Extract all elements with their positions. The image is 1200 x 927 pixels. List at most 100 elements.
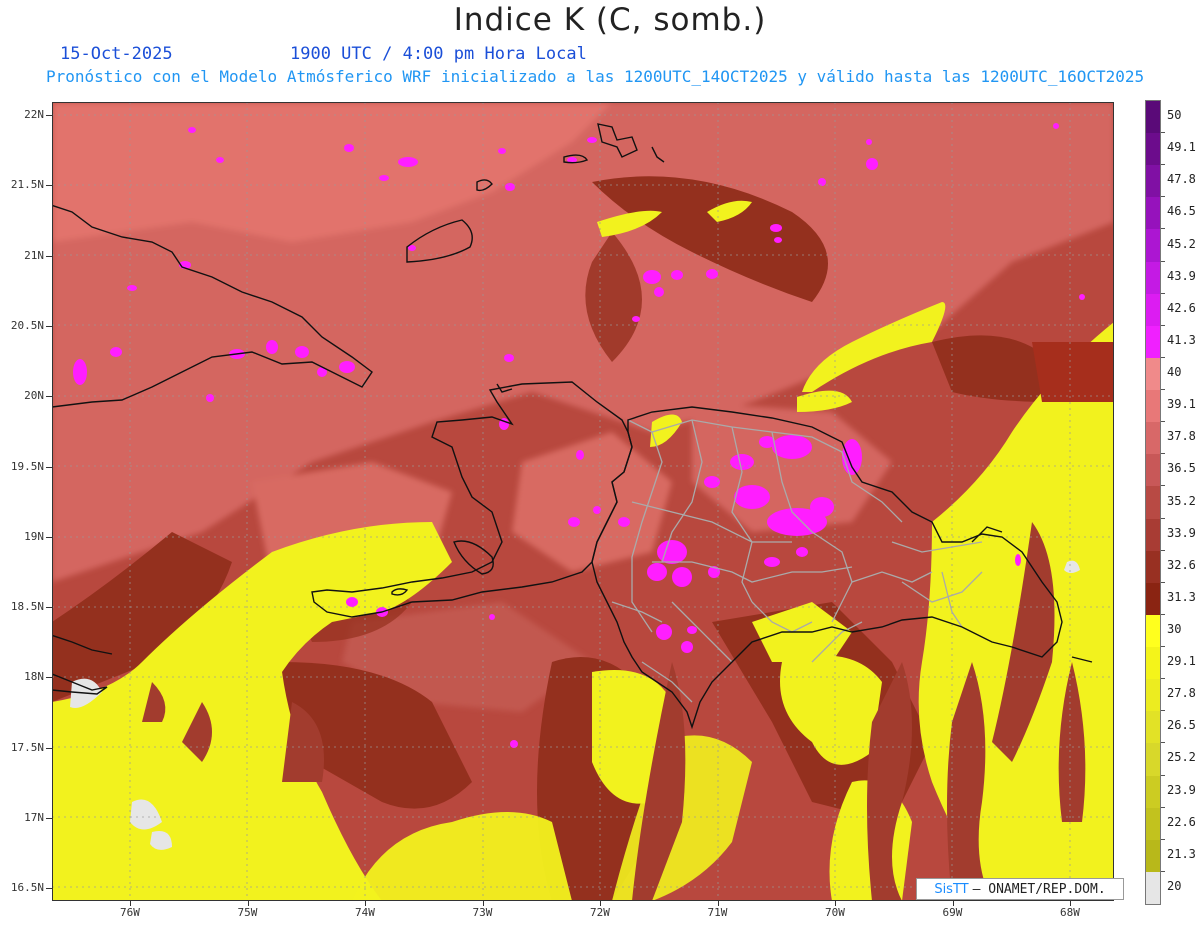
colorbar-segment <box>1146 614 1160 648</box>
lon-label: 70W <box>825 906 845 919</box>
lat-label: 18.5N <box>10 600 44 614</box>
lat-tick <box>46 536 52 538</box>
colorbar-tick <box>1161 485 1165 487</box>
colorbar-label: 30 <box>1167 621 1182 636</box>
colorbar-segment <box>1146 711 1160 744</box>
colorbar-label: 47.8 <box>1167 172 1196 187</box>
lat-tick <box>46 888 52 890</box>
lon-tick <box>365 901 366 906</box>
colorbar-label: 36.5 <box>1167 461 1196 476</box>
colorbar-segment <box>1146 133 1160 166</box>
lat-label: 17N <box>24 811 44 824</box>
colorbar-tick <box>1161 774 1165 776</box>
credit-text: – ONAMET/REP.DOM. <box>972 881 1106 897</box>
lat-label: 19.5N <box>10 459 44 473</box>
colorbar-tick <box>1161 228 1165 230</box>
colorbar-label: 37.8 <box>1167 429 1196 444</box>
colorbar <box>1145 100 1161 905</box>
colorbar-segment <box>1146 197 1160 230</box>
colorbar-segment <box>1146 229 1160 263</box>
colorbar-tick <box>1161 132 1165 134</box>
lon-label: 72W <box>590 906 610 919</box>
colorbar-tick <box>1161 549 1165 551</box>
lat-tick <box>46 677 52 679</box>
lon-label: 76W <box>120 906 140 919</box>
colorbar-label: 42.6 <box>1167 300 1196 315</box>
k-index-map <box>52 102 1114 901</box>
lat-label: 21N <box>24 248 44 262</box>
lat-tick <box>46 255 52 257</box>
lon-tick <box>717 901 719 906</box>
colorbar-segment <box>1146 454 1160 487</box>
colorbar-label: 20 <box>1167 878 1182 893</box>
colorbar-tick <box>1161 292 1165 294</box>
lat-tick <box>46 115 52 116</box>
lon-tick <box>130 901 131 906</box>
colorbar-label: 21.3 <box>1167 846 1196 861</box>
colorbar-segment <box>1146 357 1160 391</box>
colorbar-tick <box>1161 517 1165 519</box>
colorbar-segment <box>1146 325 1160 359</box>
colorbar-label: 43.9 <box>1167 268 1196 283</box>
colorbar-segment <box>1146 775 1160 809</box>
colorbar-label: 41.3 <box>1167 332 1196 347</box>
colorbar-tick <box>1161 453 1165 455</box>
colorbar-tick <box>1161 260 1165 262</box>
model-description: Pronóstico con el Modelo Atmósferico WRF… <box>46 67 1145 86</box>
colorbar-label: 32.6 <box>1167 557 1196 572</box>
lat-label: 21.5N <box>10 178 44 192</box>
colorbar-tick <box>1161 678 1165 680</box>
colorbar-label: 40 <box>1167 365 1182 380</box>
colorbar-tick <box>1161 324 1165 326</box>
colorbar-tick <box>1161 389 1165 391</box>
colorbar-label: 25.2 <box>1167 750 1196 765</box>
colorbar-label: 45.2 <box>1167 236 1196 251</box>
brand-logo: SisTT <box>934 881 969 897</box>
colorbar-segment <box>1146 293 1160 327</box>
colorbar-label: 22.6 <box>1167 814 1196 829</box>
colorbar-label: 31.3 <box>1167 589 1196 604</box>
colorbar-segment <box>1146 647 1160 680</box>
colorbar-tick <box>1161 870 1165 872</box>
colorbar-label: 26.5 <box>1167 718 1196 733</box>
credit-box: SisTT – ONAMET/REP.DOM. <box>916 878 1124 900</box>
colorbar-label: 33.9 <box>1167 525 1196 540</box>
colorbar-tick <box>1161 356 1165 358</box>
colorbar-label: 39.1 <box>1167 397 1196 412</box>
lon-tick <box>952 901 954 906</box>
forecast-time: 1900 UTC / 4:00 pm Hora Local <box>290 44 587 64</box>
colorbar-tick <box>1161 196 1165 198</box>
lon-tick <box>247 901 249 906</box>
colorbar-segment <box>1146 390 1160 423</box>
map-title: Indice K (C, somb.) <box>453 2 767 38</box>
colorbar-label: 50 <box>1167 108 1182 123</box>
lat-label: 18N <box>24 670 44 684</box>
lat-label: 19N <box>24 529 44 543</box>
colorbar-tick <box>1161 646 1165 648</box>
lat-label: 16.5N <box>10 881 44 895</box>
colorbar-tick <box>1161 164 1165 166</box>
colorbar-segment <box>1146 743 1160 776</box>
lat-label: 20.5N <box>10 318 44 332</box>
lat-tick <box>46 396 52 398</box>
colorbar-segment <box>1146 871 1160 905</box>
colorbar-segment <box>1146 101 1160 134</box>
colorbar-segment <box>1146 518 1160 552</box>
colorbar-tick <box>1161 742 1165 744</box>
colorbar-label: 49.1 <box>1167 140 1196 155</box>
lat-tick <box>46 747 52 749</box>
forecast-date: 15-Oct-2025 <box>60 44 173 64</box>
lat-tick <box>46 325 52 327</box>
lon-label: 69W <box>942 906 963 919</box>
lat-label: 22N <box>24 108 44 121</box>
colorbar-segment <box>1146 807 1160 841</box>
lat-tick <box>46 185 52 187</box>
colorbar-label: 23.9 <box>1167 782 1196 797</box>
colorbar-segment <box>1146 422 1160 455</box>
colorbar-label: 35.2 <box>1167 493 1196 508</box>
colorbar-label: 29.1 <box>1167 654 1196 669</box>
lat-tick <box>46 607 52 609</box>
colorbar-label: 27.8 <box>1167 686 1196 701</box>
lat-tick <box>46 466 52 468</box>
colorbar-segment <box>1146 679 1160 712</box>
